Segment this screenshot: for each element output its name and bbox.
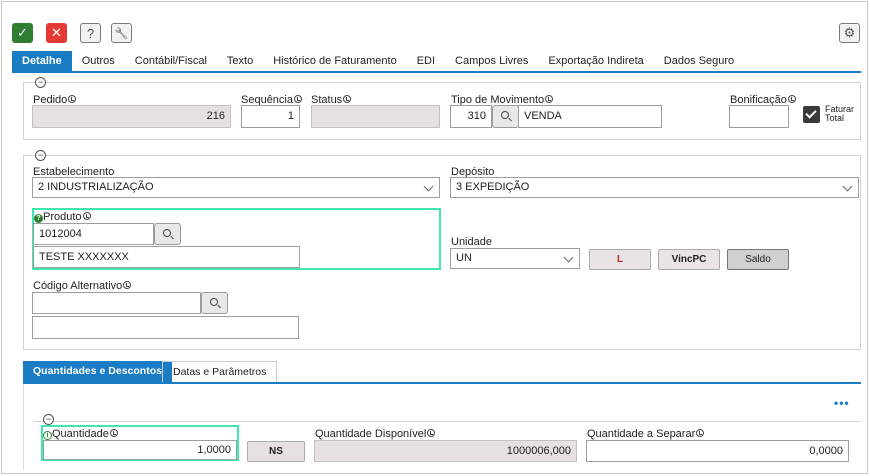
codigo-alternativo-field[interactable] — [32, 292, 201, 314]
quantidade-separar-label: Quantidade a Separar — [587, 428, 705, 440]
produto-desc-field: TESTE XXXXXXX — [33, 246, 300, 268]
tab-historico-faturamento[interactable]: Histórico de Faturamento — [263, 51, 407, 71]
collapse-icon[interactable]: − — [35, 150, 46, 161]
check-icon — [805, 107, 817, 119]
pedido-field: 216 — [32, 105, 231, 128]
search-icon — [163, 229, 171, 237]
history-icon[interactable] — [545, 95, 554, 103]
help-icon: ? — [86, 25, 95, 41]
history-icon[interactable] — [294, 95, 302, 103]
quantidade-separar-field[interactable]: 0,0000 — [586, 440, 849, 462]
tab-quantidades-descontos[interactable]: Quantidades e Descontos — [23, 361, 172, 382]
produto-code-field[interactable]: 1012004 — [33, 223, 154, 245]
tipo-movimento-code-field[interactable]: 310 — [450, 105, 492, 128]
tab-contabil-fiscal[interactable]: Contábil/Fiscal — [125, 51, 217, 71]
quantidade-disponivel-field: 1000006,000 — [314, 440, 577, 462]
history-icon[interactable] — [343, 95, 352, 103]
quantidade-disponivel-label: Quantidade Disponível — [315, 428, 436, 440]
chevron-down-icon — [423, 181, 434, 192]
history-icon[interactable] — [787, 95, 796, 103]
history-icon[interactable] — [68, 95, 77, 103]
tab-exportacao-indireta[interactable]: Exportação Indireta — [538, 51, 653, 71]
tab-campos-livres[interactable]: Campos Livres — [445, 51, 538, 71]
history-icon[interactable] — [123, 281, 132, 289]
tipo-movimento-desc-field: VENDA — [518, 105, 662, 128]
estabelecimento-select[interactable]: 2 INDUSTRIALIZAÇÃO — [32, 177, 440, 198]
confirm-button[interactable]: ✓ — [12, 23, 33, 43]
info-icon: i — [43, 431, 52, 440]
main-tabs: Detalhe Outros Contábil/Fiscal Texto His… — [12, 51, 744, 71]
tab-datas-parametros[interactable]: Datas e Parâmetros — [162, 361, 278, 382]
chevron-down-icon — [563, 252, 574, 263]
more-options-icon[interactable]: ••• — [834, 396, 850, 410]
l-button[interactable]: L — [589, 249, 651, 270]
history-icon[interactable] — [427, 429, 436, 437]
required-icon: ? — [34, 214, 43, 223]
history-icon[interactable] — [696, 429, 705, 437]
gear-icon: ⚙ — [843, 25, 856, 40]
search-icon — [210, 298, 218, 306]
tipo-movimento-search-button[interactable] — [492, 105, 519, 128]
tab-outros[interactable]: Outros — [72, 51, 125, 71]
sequencia-field[interactable]: 1 — [241, 105, 300, 128]
ns-button[interactable]: NS — [247, 441, 305, 462]
history-icon[interactable] — [109, 429, 118, 437]
tab-edi[interactable]: EDI — [407, 51, 445, 71]
history-icon[interactable] — [82, 212, 91, 220]
help-button[interactable]: ? — [80, 23, 101, 43]
close-icon: ✕ — [51, 25, 62, 40]
quantities-divider — [34, 421, 860, 422]
quantidade-field[interactable]: 1,0000 — [43, 440, 237, 460]
wrench-icon: 🔧 — [114, 27, 129, 40]
vincpc-button[interactable]: VincPC — [658, 249, 720, 270]
deposito-select[interactable]: 3 EXPEDIÇÃO — [450, 177, 859, 198]
produto-search-button[interactable] — [154, 223, 181, 245]
tab-texto[interactable]: Texto — [217, 51, 263, 71]
faturar-total-checkbox[interactable] — [803, 106, 820, 123]
tab-underline — [12, 71, 861, 73]
collapse-icon[interactable]: − — [43, 414, 54, 425]
tab-detalhe[interactable]: Detalhe — [12, 51, 72, 71]
unidade-label: Unidade — [451, 236, 492, 248]
tab-dados-seguro[interactable]: Dados Seguro — [654, 51, 744, 71]
chevron-down-icon — [842, 181, 853, 192]
bonificacao-field[interactable] — [729, 105, 789, 128]
saldo-button[interactable]: Saldo — [727, 249, 789, 270]
unidade-select[interactable]: UN — [450, 248, 580, 269]
search-icon — [501, 111, 509, 119]
codigo-alternativo-search-button[interactable] — [201, 292, 228, 314]
faturar-total-label: Faturar Total — [825, 104, 855, 123]
quantidade-label: i Quantidade — [43, 428, 118, 440]
status-field — [311, 105, 440, 128]
codigo-alternativo-label: Código Alternativo — [33, 280, 132, 292]
collapse-icon[interactable]: − — [35, 77, 46, 88]
produto-label: ? Produto — [34, 211, 91, 223]
check-icon: ✓ — [17, 25, 28, 40]
tools-button[interactable]: 🔧 — [111, 23, 132, 43]
cancel-button[interactable]: ✕ — [46, 23, 67, 43]
codigo-alternativo-desc-field — [32, 316, 299, 339]
settings-button[interactable]: ⚙ — [839, 23, 860, 43]
